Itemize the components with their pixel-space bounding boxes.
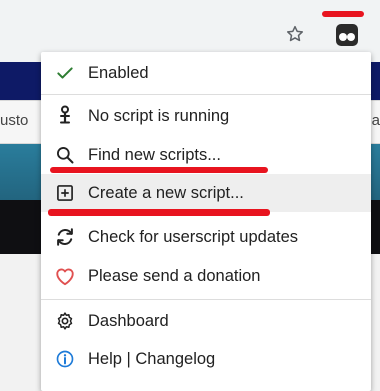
menu-separator xyxy=(41,94,371,95)
script-icon xyxy=(53,104,77,128)
info-icon xyxy=(53,347,77,371)
star-icon xyxy=(287,25,303,42)
gear-icon xyxy=(53,309,77,333)
menu-item-no-script-running: No script is running xyxy=(41,97,371,135)
menu-item-check-userscript-updates[interactable]: Check for userscript updates xyxy=(41,218,371,256)
menu-item-enabled[interactable]: Enabled xyxy=(41,54,371,92)
annotation-underline-top xyxy=(50,167,268,173)
heart-icon xyxy=(53,264,77,288)
menu-item-label: Create a new script... xyxy=(88,184,244,202)
page-tab-left: usto xyxy=(0,112,29,129)
search-icon xyxy=(53,143,77,167)
menu-item-dashboard[interactable]: Dashboard xyxy=(41,302,371,340)
menu-item-label: Help | Changelog xyxy=(88,350,216,368)
menu-item-create-new-script[interactable]: Create a new script... xyxy=(41,174,371,212)
annotation-mark-top xyxy=(322,11,364,17)
menu-item-label: Check for userscript updates xyxy=(88,228,299,246)
menu-item-label: Enabled xyxy=(88,64,149,82)
menu-item-label: Please send a donation xyxy=(88,267,261,285)
refresh-icon xyxy=(53,225,77,249)
menu-item-label: No script is running xyxy=(88,107,230,125)
tampermonkey-extension-button[interactable] xyxy=(327,19,367,51)
menu-item-label: Dashboard xyxy=(88,312,169,330)
menu-separator xyxy=(41,299,371,300)
checkmark-icon xyxy=(53,61,77,85)
annotation-underline-bottom xyxy=(48,209,270,216)
menu-item-donation[interactable]: Please send a donation xyxy=(41,257,371,295)
tampermonkey-icon xyxy=(336,24,358,46)
add-box-icon xyxy=(53,181,77,205)
menu-item-label: Find new scripts... xyxy=(88,146,221,164)
tampermonkey-menu: Enabled No script is running Find new sc… xyxy=(41,52,371,391)
bookmark-star-button[interactable] xyxy=(281,20,309,48)
menu-item-help-changelog[interactable]: Help | Changelog xyxy=(41,340,371,378)
